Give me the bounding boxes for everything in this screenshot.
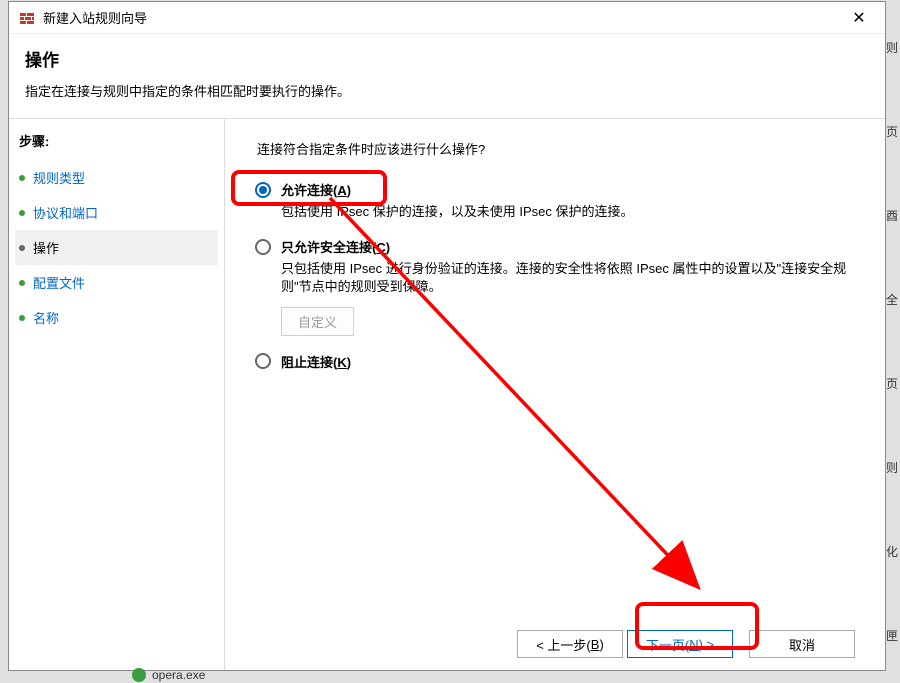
window-title: 新建入站规则向导 <box>43 8 843 27</box>
bullet-icon <box>19 245 25 251</box>
sidebar-item-name[interactable]: 名称 <box>15 300 218 335</box>
sidebar-item-label: 协议和端口 <box>33 203 98 222</box>
sidebar-item-protocol-ports[interactable]: 协议和端口 <box>15 195 218 230</box>
wizard-header: 操作 指定在连接与规则中指定的条件相匹配时要执行的操作。 <box>9 34 885 119</box>
firewall-icon <box>19 10 35 26</box>
sidebar-item-action[interactable]: 操作 <box>15 230 218 265</box>
sidebar-item-rule-type[interactable]: 规则类型 <box>15 160 218 195</box>
wizard-dialog: 新建入站规则向导 ✕ 操作 指定在连接与规则中指定的条件相匹配时要执行的操作。 … <box>8 1 886 671</box>
next-button[interactable]: 下一页(N) > <box>627 630 733 658</box>
page-description: 指定在连接与规则中指定的条件相匹配时要执行的操作。 <box>25 81 869 100</box>
customize-button: 自定义 <box>281 307 354 336</box>
taskbar-app-entry: opera.exe <box>132 668 205 682</box>
back-button[interactable]: < 上一步(B) <box>517 630 623 658</box>
background-window-edge: 则 页 酉 全 页 则 化 匣 <box>886 0 900 683</box>
bullet-icon <box>19 315 25 321</box>
sidebar-item-label: 名称 <box>33 308 59 327</box>
action-option-group: 允许连接(A) 包括使用 IPsec 保护的连接，以及未使用 IPsec 保护的… <box>255 180 855 387</box>
radio-icon <box>255 353 271 369</box>
opera-icon <box>132 668 146 682</box>
option-description: 只包括使用 IPsec 进行身份验证的连接。连接的安全性将依照 IPsec 属性… <box>281 260 855 296</box>
option-label: 只允许安全连接(C) <box>281 237 390 256</box>
sidebar-item-profile[interactable]: 配置文件 <box>15 265 218 300</box>
radio-icon <box>255 182 271 198</box>
wizard-content: 连接符合指定条件时应该进行什么操作? 允许连接(A) 包括使用 IPsec 保护… <box>225 119 885 670</box>
radio-icon <box>255 239 271 255</box>
sidebar-item-label: 规则类型 <box>33 168 85 187</box>
wizard-body: 步骤: 规则类型 协议和端口 操作 配置文件 名称 <box>9 119 885 670</box>
bullet-icon <box>19 210 25 216</box>
content-prompt: 连接符合指定条件时应该进行什么操作? <box>257 139 855 158</box>
radio-block-connection[interactable]: 阻止连接(K) <box>255 352 855 371</box>
cancel-button[interactable]: 取消 <box>749 630 855 658</box>
taskbar-app-label: opera.exe <box>152 668 205 682</box>
bullet-icon <box>19 280 25 286</box>
wizard-footer: < 上一步(B) 下一页(N) > 取消 <box>255 610 855 658</box>
radio-allow-secure-connection[interactable]: 只允许安全连接(C) <box>255 237 855 256</box>
page-title: 操作 <box>25 46 869 71</box>
sidebar-item-label: 操作 <box>33 238 59 257</box>
option-allow-connection: 允许连接(A) 包括使用 IPsec 保护的连接，以及未使用 IPsec 保护的… <box>255 180 855 221</box>
bullet-icon <box>19 175 25 181</box>
option-label: 允许连接(A) <box>281 180 351 199</box>
option-label: 阻止连接(K) <box>281 352 351 371</box>
sidebar-item-label: 配置文件 <box>33 273 85 292</box>
option-block-connection: 阻止连接(K) <box>255 352 855 371</box>
titlebar: 新建入站规则向导 ✕ <box>9 2 885 34</box>
option-description: 包括使用 IPsec 保护的连接，以及未使用 IPsec 保护的连接。 <box>281 203 855 221</box>
radio-allow-connection[interactable]: 允许连接(A) <box>255 180 855 199</box>
sidebar-heading: 步骤: <box>15 127 218 160</box>
close-button[interactable]: ✕ <box>843 2 875 34</box>
steps-sidebar: 步骤: 规则类型 协议和端口 操作 配置文件 名称 <box>9 119 225 670</box>
option-allow-secure-connection: 只允许安全连接(C) 只包括使用 IPsec 进行身份验证的连接。连接的安全性将… <box>255 237 855 335</box>
